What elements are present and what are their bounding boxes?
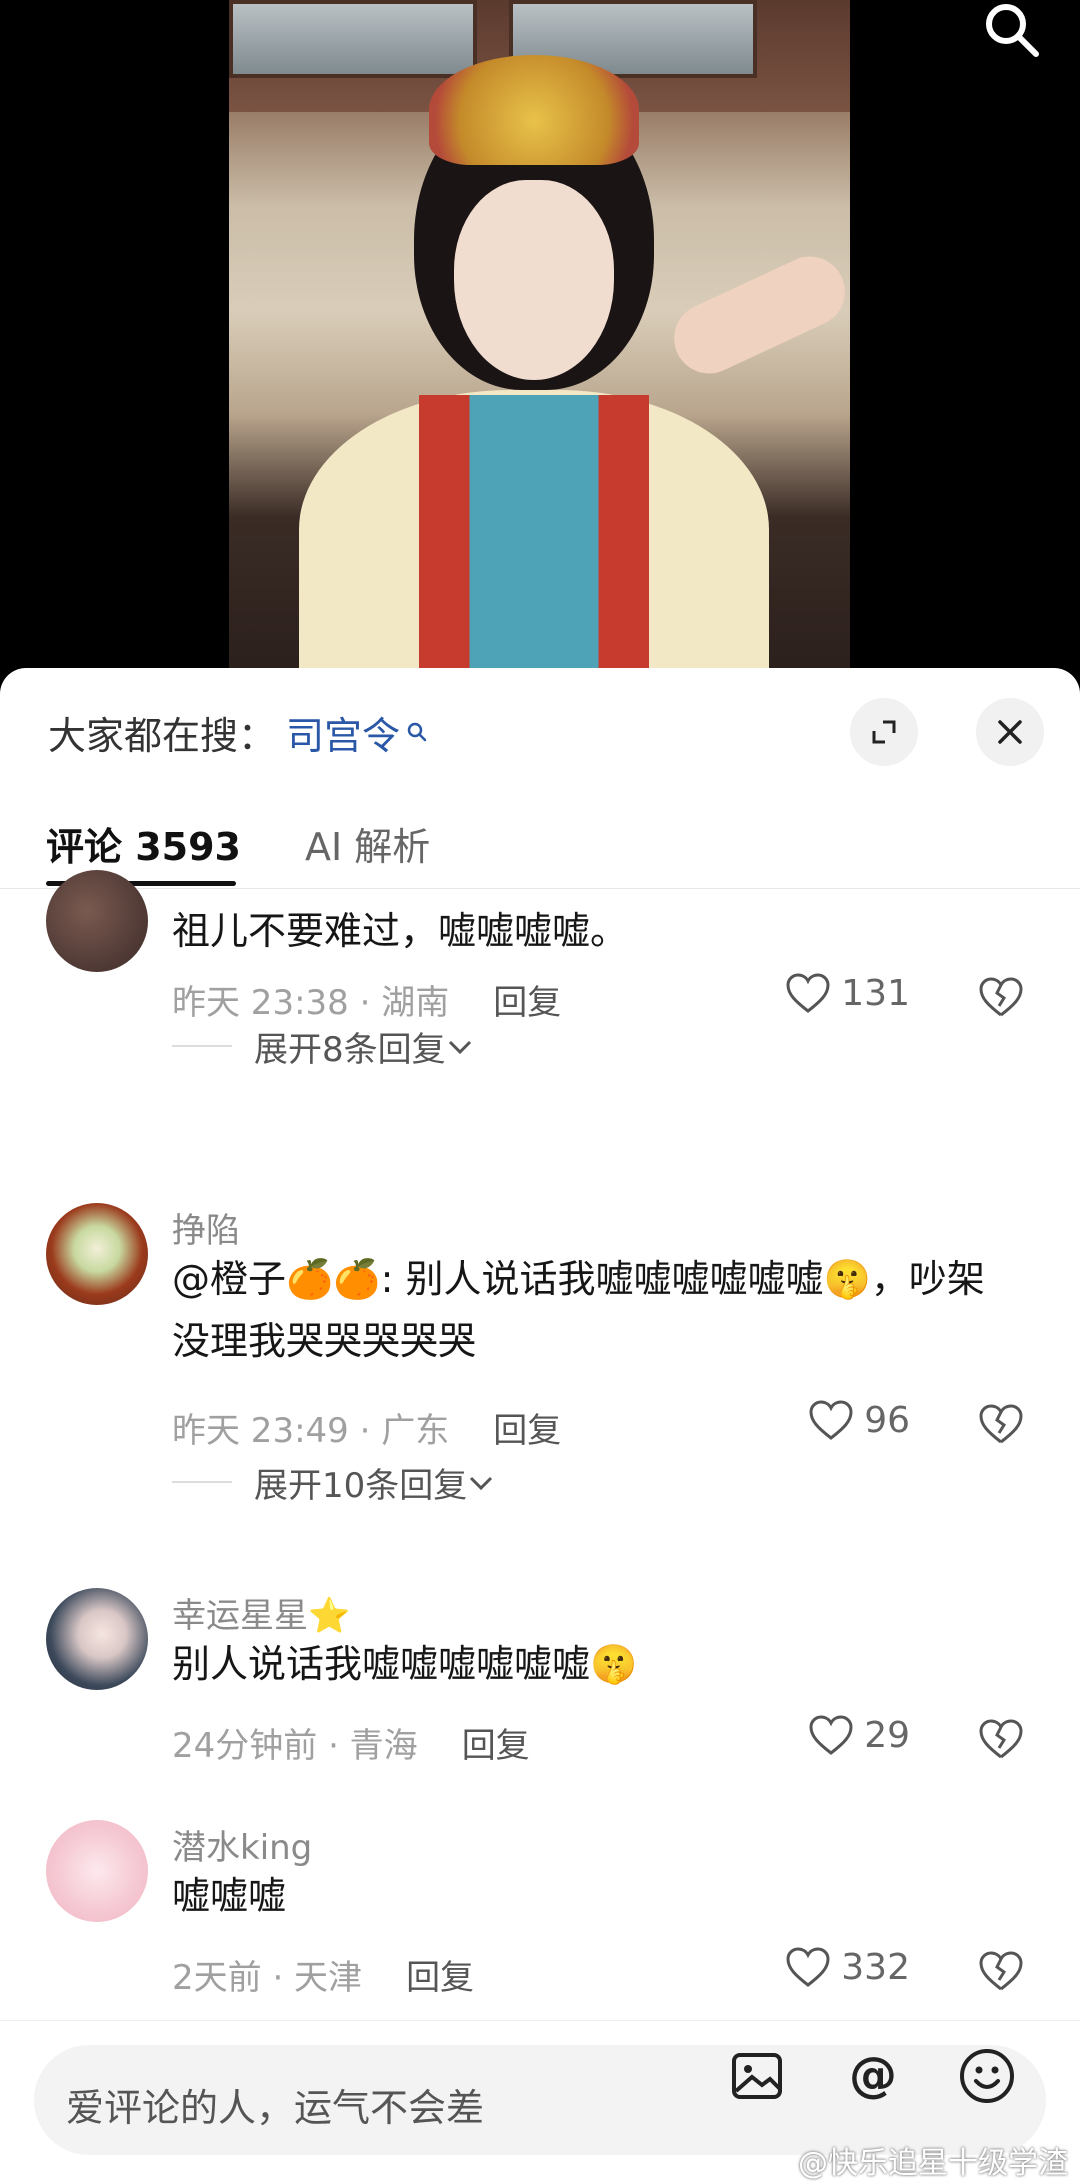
emoji-icon[interactable] <box>956 2045 1018 2107</box>
broken-heart-icon[interactable] <box>978 1950 1024 1992</box>
face <box>454 180 614 380</box>
like-count: 332 <box>841 1946 910 1988</box>
avatar[interactable] <box>46 870 148 972</box>
expand-replies-button[interactable]: 展开10条回复 <box>254 1458 495 1507</box>
broken-heart-icon[interactable] <box>978 976 1024 1018</box>
tab-ai-analysis[interactable]: AI 解析 <box>305 816 430 871</box>
expand-icon <box>872 720 896 744</box>
video-frame <box>229 0 850 690</box>
broken-heart-icon[interactable] <box>978 1403 1024 1445</box>
like-button[interactable]: 131 <box>785 972 910 1014</box>
avatar[interactable] <box>46 1820 148 1922</box>
like-button[interactable]: 96 <box>808 1399 910 1441</box>
watermark-text: @快乐追星十级学渣 <box>798 2146 1068 2181</box>
chevron-down-icon <box>448 1040 471 1054</box>
like-button[interactable]: 332 <box>785 1946 910 1988</box>
comment-meta: 2天前 · 天津 回复 <box>172 1950 474 1999</box>
tab-bar: 评论 3593 AI 解析 <box>0 798 1080 889</box>
like-button[interactable]: 29 <box>808 1714 910 1756</box>
comment-item: 潜水king 嘘嘘嘘 2天前 · 天津 回复 332 <box>0 1820 1080 2020</box>
heart-icon <box>786 973 830 1013</box>
comment-time-location: 昨天 23:38 · 湖南 <box>172 983 450 1023</box>
avatar[interactable] <box>46 1588 148 1690</box>
video-player[interactable] <box>0 0 1080 700</box>
comment-text: @橙子🍊🍊: 别人说话我嘘嘘嘘嘘嘘嘘🤫，吵架没理我哭哭哭哭哭 <box>172 1257 985 1363</box>
search-icon <box>407 722 427 742</box>
like-count: 131 <box>841 972 910 1014</box>
reply-button[interactable]: 回复 <box>493 975 561 1024</box>
like-count: 29 <box>864 1714 910 1756</box>
image-icon[interactable] <box>726 2045 788 2107</box>
svg-text:@: @ <box>849 2047 897 2103</box>
heart-icon <box>809 1715 853 1755</box>
heart-icon <box>809 1400 853 1440</box>
comment-input-placeholder: 爱评论的人，运气不会差 <box>66 2086 485 2130</box>
reply-button[interactable]: 回复 <box>493 1403 561 1452</box>
expand-replies-button[interactable]: 展开8条回复 <box>254 1022 474 1071</box>
like-count: 96 <box>864 1399 910 1441</box>
username[interactable]: 潜水king <box>172 1820 312 1869</box>
broken-heart-icon[interactable] <box>978 1718 1024 1760</box>
comment-time-location: 24分钟前 · 青海 <box>172 1726 418 1766</box>
comment-meta: 24分钟前 · 青海 回复 <box>172 1718 530 1767</box>
expand-replies-label: 展开8条回复 <box>254 1030 446 1070</box>
username[interactable]: 幸运星星⭐ <box>172 1588 350 1637</box>
comment-time-location: 昨天 23:49 · 广东 <box>172 1411 450 1451</box>
comment-item: 祖儿不要难过，嘘嘘嘘嘘。 昨天 23:38 · 湖南 回复 131 展开8条回复 <box>0 870 1080 1100</box>
mention-icon[interactable]: @ <box>842 2045 904 2107</box>
close-button[interactable] <box>976 698 1044 766</box>
divider <box>172 1481 232 1483</box>
avatar[interactable] <box>46 1203 148 1305</box>
comments-sheet: 大家都在搜： 司宫令 评论 3593 AI 解析 祖儿不要难过，嘘嘘嘘嘘。 昨天… <box>0 668 1080 2183</box>
hand <box>662 245 850 385</box>
reply-button[interactable]: 回复 <box>406 1950 474 1999</box>
comment-text: 别人说话我嘘嘘嘘嘘嘘嘘🤫 <box>172 1642 638 1686</box>
expand-replies-label: 展开10条回复 <box>254 1466 468 1506</box>
comment-text: 嘘嘘嘘 <box>172 1874 287 1918</box>
divider <box>172 1045 232 1047</box>
comment-meta: 昨天 23:38 · 湖南 回复 <box>172 975 561 1024</box>
search-icon[interactable] <box>982 0 1042 60</box>
tab-comments[interactable]: 评论 3593 <box>46 816 241 871</box>
username[interactable]: 挣陷 <box>172 1203 240 1252</box>
watermark: @快乐追星十级学渣 <box>798 2138 1068 2182</box>
headdress <box>429 55 639 165</box>
trending-search[interactable]: 大家都在搜： 司宫令 <box>48 704 428 760</box>
reply-button[interactable]: 回复 <box>462 1718 530 1767</box>
robe-trim <box>419 395 649 685</box>
trending-prefix: 大家都在搜： <box>48 713 277 758</box>
comment-time-location: 2天前 · 天津 <box>172 1958 363 1998</box>
comment-meta: 昨天 23:49 · 广东 回复 <box>172 1403 561 1452</box>
trending-keyword[interactable]: 司宫令 <box>286 705 400 760</box>
heart-icon <box>786 1947 830 1987</box>
comment-item: 幸运星星⭐ 别人说话我嘘嘘嘘嘘嘘嘘🤫 24分钟前 · 青海 回复 29 <box>0 1588 1080 1808</box>
comment-text: 祖儿不要难过，嘘嘘嘘嘘。 <box>172 909 629 953</box>
expand-button[interactable] <box>850 698 918 766</box>
close-icon <box>998 720 1022 744</box>
comment-item: 挣陷 @橙子🍊🍊: 别人说话我嘘嘘嘘嘘嘘嘘🤫，吵架没理我哭哭哭哭哭 昨天 23:… <box>0 1203 1080 1583</box>
chevron-down-icon <box>470 1476 493 1490</box>
